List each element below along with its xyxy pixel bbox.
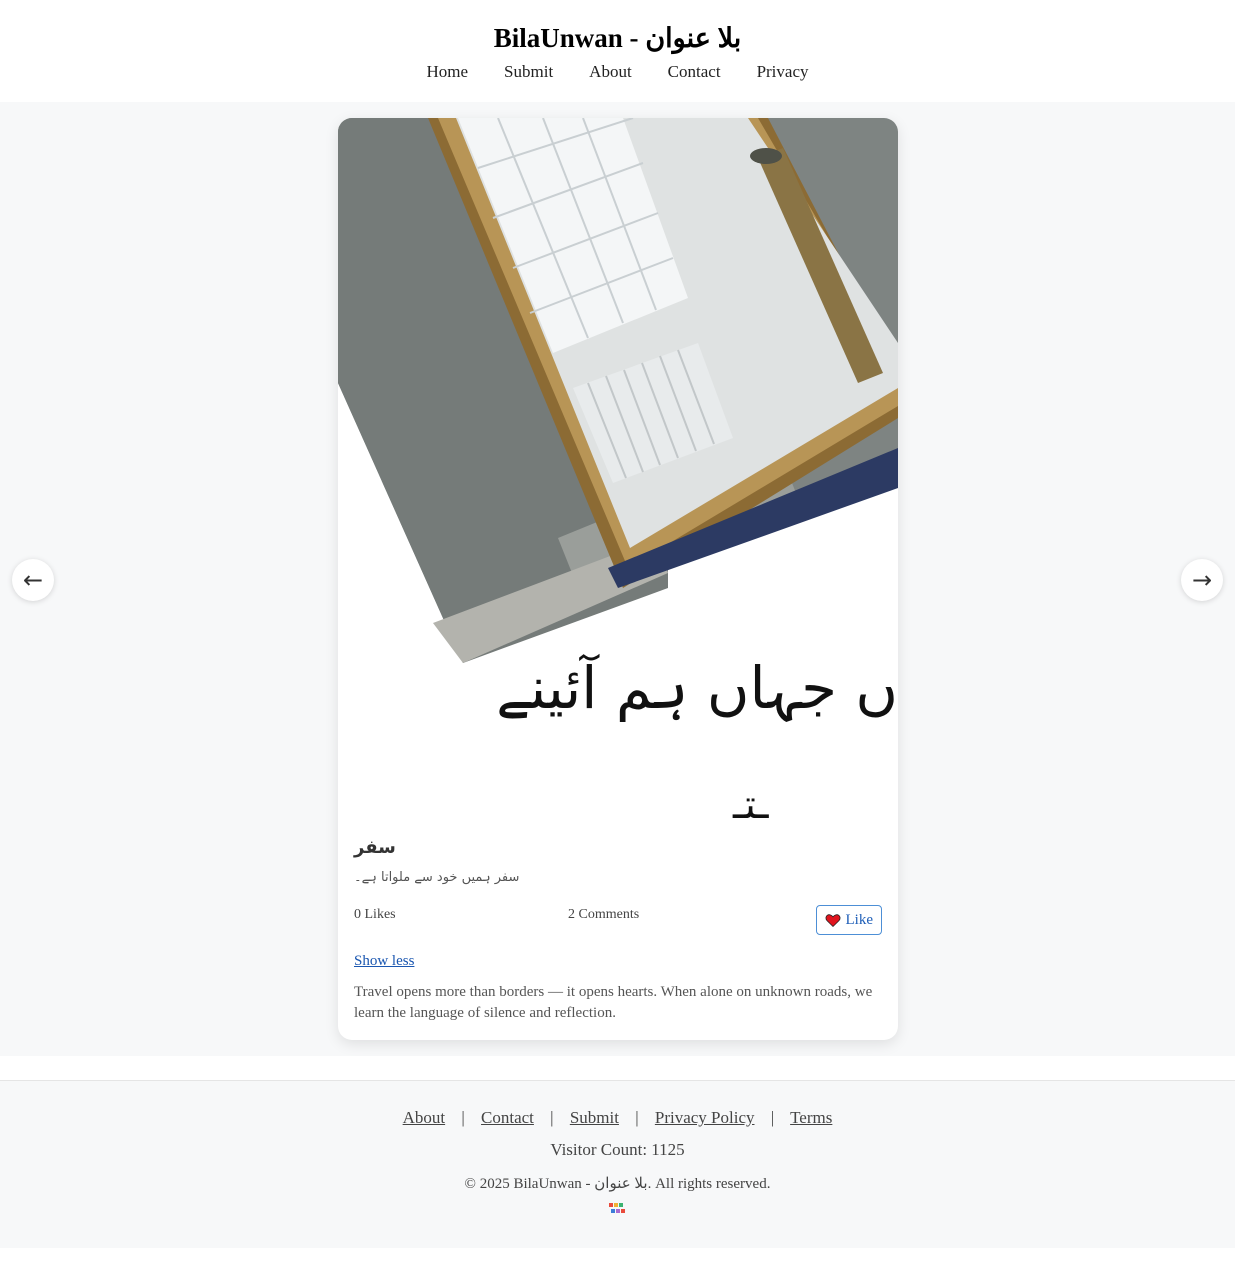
mirror-photo: ں جہاں ہم آئینے ـتـ <box>338 118 898 818</box>
footer-separator: | <box>770 1108 775 1127</box>
likes-count: 0 Likes <box>354 907 396 922</box>
footer-link-contact[interactable]: Contact <box>481 1108 534 1127</box>
like-label: Like <box>845 911 874 928</box>
site-title: BilaUnwan - بلا عنوان <box>493 23 742 53</box>
nav-submit[interactable]: Submit <box>504 62 553 82</box>
site-footer: About | Contact | Submit | Privacy Polic… <box>0 1080 1235 1248</box>
post-content: سفر سفر ہمیں خود سے ملواتا ہے۔ 0 Likes 2… <box>338 818 898 1024</box>
post-image: ں جہاں ہم آئینے ـتـ <box>338 118 898 818</box>
site-header: BilaUnwan - بلا عنوان Home Submit About … <box>0 0 1235 102</box>
footer-separator: | <box>550 1108 554 1127</box>
nav-contact[interactable]: Contact <box>668 62 721 82</box>
heart-icon <box>825 914 840 928</box>
prev-arrow-button[interactable]: ← <box>12 559 54 601</box>
post-card: ں جہاں ہم آئینے ـتـ سفر سفر ہمیں خود سے … <box>338 118 898 1040</box>
show-less-link[interactable]: Show less <box>354 953 414 970</box>
nav-home[interactable]: Home <box>427 62 469 82</box>
footer-links: About | Contact | Submit | Privacy Polic… <box>0 1108 1235 1128</box>
post-body: Travel opens more than borders — it open… <box>354 984 873 1021</box>
copyright: © 2025 BilaUnwan - بلا عنوان. All rights… <box>464 1176 771 1192</box>
footer-link-submit[interactable]: Submit <box>570 1108 619 1127</box>
post-title: سفر <box>354 837 396 858</box>
footer-separator: | <box>461 1108 465 1127</box>
nav-about[interactable]: About <box>589 62 632 82</box>
main-nav: Home Submit About Contact Privacy <box>0 62 1235 82</box>
like-button[interactable]: Like <box>815 905 882 935</box>
svg-text:ـتـ: ـتـ <box>732 782 770 818</box>
footer-link-terms[interactable]: Terms <box>790 1108 832 1127</box>
comments-count[interactable]: 2 Comments <box>568 907 639 923</box>
image-calligraphy: ں جہاں ہم آئینے <box>496 653 898 722</box>
post-carousel: ← ں جہاں ہم آئینے ـتـ سفر سفر ہمیں خود س… <box>0 102 1235 1056</box>
visitor-count: Visitor Count: 1125 <box>550 1140 685 1159</box>
nav-privacy[interactable]: Privacy <box>757 62 809 82</box>
post-excerpt: سفر ہمیں خود سے ملواتا ہے۔ <box>354 870 520 885</box>
arrow-left-icon: ← <box>22 566 44 594</box>
next-arrow-button[interactable]: → <box>1181 559 1223 601</box>
footer-link-privacy[interactable]: Privacy Policy <box>655 1108 755 1127</box>
badge-icon <box>608 1203 625 1213</box>
footer-separator: | <box>635 1108 639 1127</box>
footer-link-about[interactable]: About <box>403 1108 446 1127</box>
post-stats: 0 Likes 2 Comments Like <box>354 905 882 937</box>
arrow-right-icon: → <box>1191 566 1213 594</box>
